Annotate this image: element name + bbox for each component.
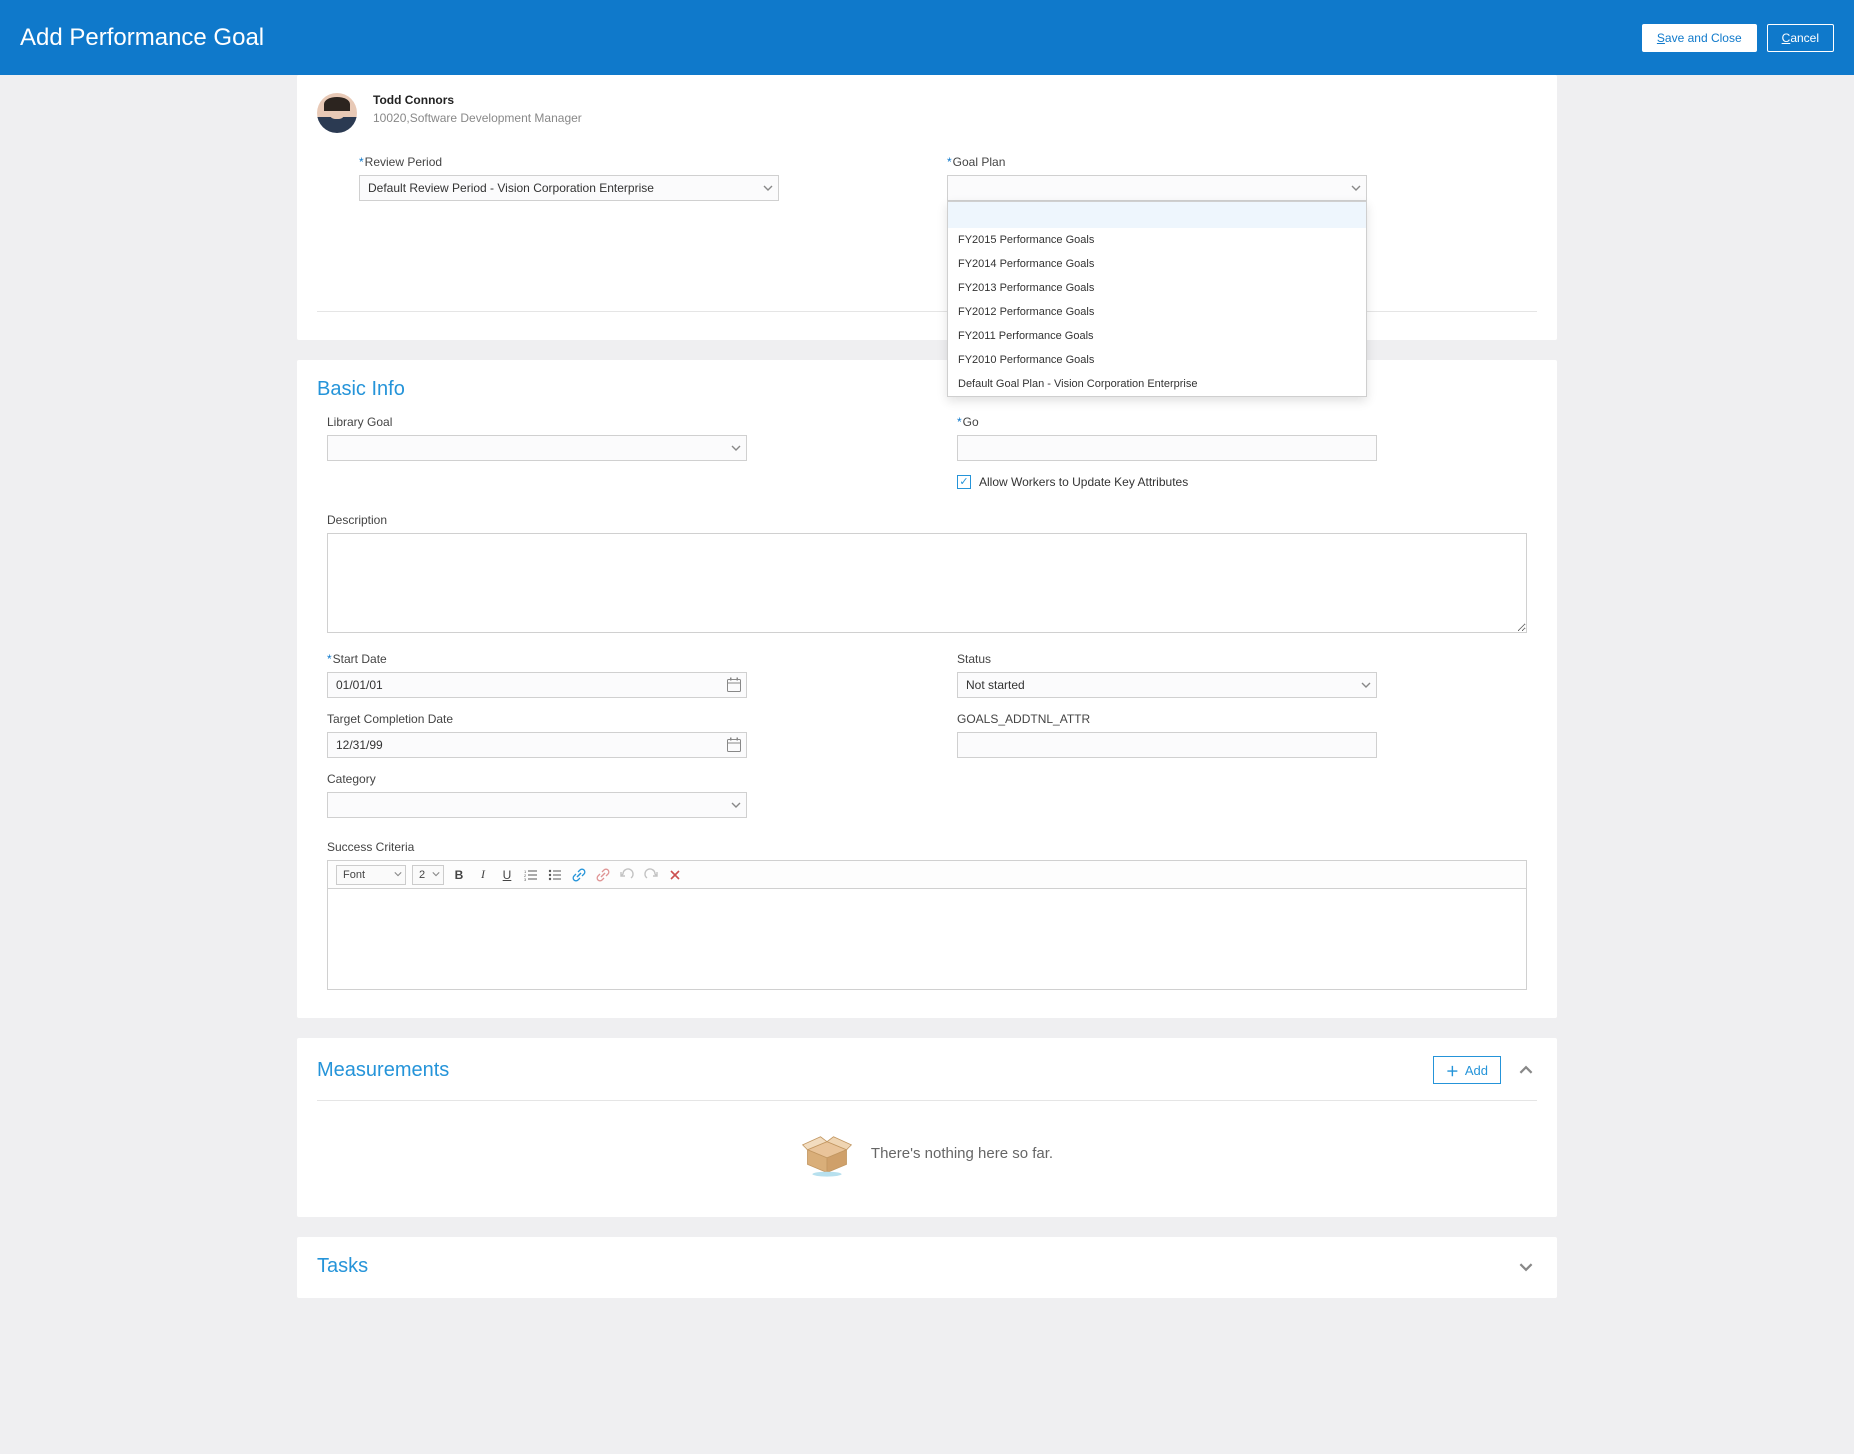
review-period-select[interactable] <box>359 175 779 201</box>
plus-icon: ＋ <box>1446 1061 1459 1080</box>
review-period-label: Review Period <box>359 155 897 169</box>
cancel-button[interactable]: Cancel <box>1767 24 1834 52</box>
goal-plan-option[interactable]: FY2014 Performance Goals <box>948 252 1366 276</box>
save-and-close-button[interactable]: Save and Close <box>1642 24 1757 52</box>
link-icon[interactable] <box>570 866 588 884</box>
allow-workers-label: Allow Workers to Update Key Attributes <box>979 475 1188 489</box>
success-criteria-textarea[interactable] <box>328 889 1526 989</box>
chevron-down-icon[interactable] <box>1515 1260 1537 1274</box>
avatar <box>317 93 357 133</box>
goal-plan-option[interactable]: FY2011 Performance Goals <box>948 324 1366 348</box>
library-goal-select[interactable] <box>327 435 747 461</box>
undo-icon[interactable] <box>618 866 636 884</box>
library-goal-label: Library Goal <box>327 415 897 429</box>
bullet-list-icon[interactable] <box>546 866 564 884</box>
unlink-icon[interactable] <box>594 866 612 884</box>
target-date-input[interactable] <box>327 732 747 758</box>
add-measurement-button[interactable]: ＋ Add <box>1433 1056 1501 1084</box>
start-date-input[interactable] <box>327 672 747 698</box>
goal-plan-option[interactable]: Default Goal Plan - Vision Corporation E… <box>948 372 1366 396</box>
goal-plan-option[interactable]: FY2012 Performance Goals <box>948 300 1366 324</box>
status-select[interactable] <box>957 672 1377 698</box>
clear-format-icon[interactable] <box>666 866 684 884</box>
goal-plan-option[interactable]: FY2015 Performance Goals <box>948 228 1366 252</box>
user-subtitle: 10020,Software Development Manager <box>373 111 582 125</box>
italic-icon[interactable]: I <box>474 866 492 884</box>
bold-icon[interactable]: B <box>450 866 468 884</box>
goal-plan-dropdown: FY2015 Performance GoalsFY2014 Performan… <box>947 201 1367 397</box>
start-date-label: Start Date <box>327 652 897 666</box>
category-select[interactable] <box>327 792 747 818</box>
save-label: ave and Close <box>1665 31 1742 45</box>
target-date-label: Target Completion Date <box>327 712 897 726</box>
goal-plan-option[interactable]: FY2013 Performance Goals <box>948 276 1366 300</box>
svg-text:3: 3 <box>524 877 527 882</box>
chevron-up-icon[interactable] <box>1515 1063 1537 1077</box>
category-label: Category <box>327 772 897 786</box>
goal-plan-label: Goal Plan <box>947 155 1527 169</box>
chevron-down-icon <box>394 869 402 881</box>
chevron-down-icon <box>432 869 440 881</box>
calendar-icon[interactable] <box>726 677 742 693</box>
rte-toolbar: Font 2 B I U 123 <box>328 861 1526 889</box>
tasks-title: Tasks <box>317 1255 368 1278</box>
status-label: Status <box>957 652 1527 666</box>
cancel-accesskey: C <box>1782 31 1791 45</box>
goal-plan-option[interactable]: FY2010 Performance Goals <box>948 348 1366 372</box>
goals-addtnl-label: GOALS_ADDTNL_ATTR <box>957 712 1527 726</box>
success-criteria-label: Success Criteria <box>327 840 1527 854</box>
rte-size-select[interactable]: 2 <box>412 865 444 885</box>
page-title: Add Performance Goal <box>20 24 264 52</box>
calendar-icon[interactable] <box>726 737 742 753</box>
redo-icon[interactable] <box>642 866 660 884</box>
goals-addtnl-input[interactable] <box>957 732 1377 758</box>
header-buttons: Save and Close Cancel <box>1642 24 1834 52</box>
description-label: Description <box>327 513 1527 527</box>
empty-box-icon <box>801 1127 853 1179</box>
goal-plan-select[interactable] <box>947 175 1367 201</box>
goal-name-label: Go <box>957 415 1527 429</box>
measurements-empty-text: There's nothing here so far. <box>871 1145 1053 1162</box>
user-name: Todd Connors <box>373 93 582 107</box>
app-header: Add Performance Goal Save and Close Canc… <box>0 0 1854 75</box>
cancel-label: ancel <box>1790 31 1819 45</box>
description-textarea[interactable] <box>327 533 1527 633</box>
success-criteria-editor: Font 2 B I U 123 <box>327 860 1527 990</box>
underline-icon[interactable]: U <box>498 866 516 884</box>
check-icon: ✓ <box>959 477 968 488</box>
rte-font-select[interactable]: Font <box>336 865 406 885</box>
dropdown-blank-option[interactable] <box>948 202 1366 228</box>
add-label: Add <box>1465 1063 1488 1078</box>
ordered-list-icon[interactable]: 123 <box>522 866 540 884</box>
allow-workers-checkbox[interactable]: ✓ <box>957 475 971 489</box>
save-accesskey: S <box>1657 31 1665 45</box>
measurements-title: Measurements <box>317 1059 449 1082</box>
goal-name-input[interactable] <box>957 435 1377 461</box>
